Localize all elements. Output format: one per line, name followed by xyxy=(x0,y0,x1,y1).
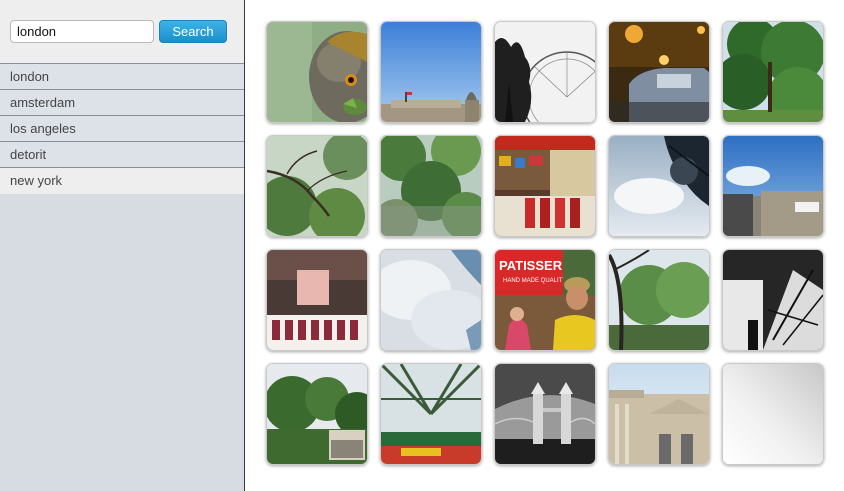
city-item-london[interactable]: london xyxy=(0,64,244,90)
photo-thumbnail-market-stall[interactable] xyxy=(494,135,596,237)
photo-thumbnail-london-eye-pod[interactable] xyxy=(608,135,710,237)
city-list: london amsterdam los angeles detorit new… xyxy=(0,64,244,194)
photo-thumbnail-clouds[interactable] xyxy=(380,249,482,351)
photo-thumbnail-blank-gradient[interactable] xyxy=(722,363,824,465)
photo-thumbnail-building-sky[interactable] xyxy=(722,135,824,237)
search-button[interactable]: Search xyxy=(159,20,227,43)
photo-thumbnail-park-trees[interactable] xyxy=(722,21,824,123)
city-item-amsterdam[interactable]: amsterdam xyxy=(0,90,244,116)
city-item-los-angeles[interactable]: los angeles xyxy=(0,116,244,142)
photo-gallery: PATISSERIE HAND MADE QUALITY xyxy=(266,21,824,465)
photo-thumbnail-london-eye[interactable] xyxy=(494,21,596,123)
sidebar: Search london amsterdam los angeles deto… xyxy=(0,0,245,491)
patisserie-banner-subtext: HAND MADE QUALITY xyxy=(503,278,566,284)
search-input[interactable] xyxy=(10,20,154,43)
photo-thumbnail-patisserie[interactable]: PATISSERIE HAND MADE QUALITY xyxy=(494,249,596,351)
search-area: Search xyxy=(0,0,244,64)
photo-thumbnail-lemur[interactable] xyxy=(266,21,368,123)
photo-thumbnail-bare-branches[interactable] xyxy=(266,135,368,237)
photo-thumbnail-tree-river[interactable] xyxy=(608,249,710,351)
city-item-new-york[interactable]: new york xyxy=(0,168,244,194)
photo-thumbnail-bw-scaffold[interactable] xyxy=(722,249,824,351)
photo-thumbnail-garden-foliage[interactable] xyxy=(380,135,482,237)
photo-thumbnail-columns-building[interactable] xyxy=(608,363,710,465)
city-item-detroit[interactable]: detorit xyxy=(0,142,244,168)
photo-thumbnail-night-car[interactable] xyxy=(608,21,710,123)
photo-thumbnail-shop-display[interactable] xyxy=(266,249,368,351)
photo-thumbnail-buckingham-sky[interactable] xyxy=(380,21,482,123)
photo-thumbnail-tower-bridge[interactable] xyxy=(494,363,596,465)
photo-thumbnail-trees-pavilion[interactable] xyxy=(266,363,368,465)
photo-thumbnail-greenhouse-roof[interactable] xyxy=(380,363,482,465)
